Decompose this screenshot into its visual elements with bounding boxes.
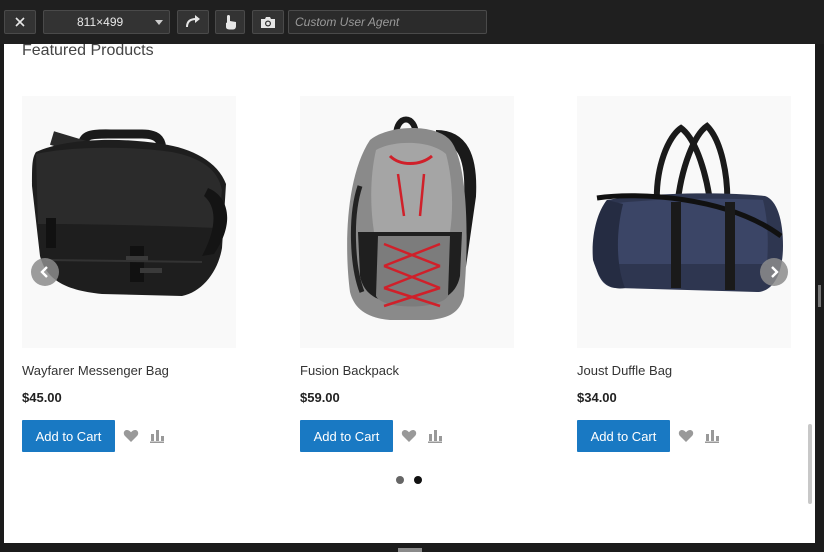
heart-icon[interactable] (123, 429, 139, 443)
close-button[interactable] (4, 10, 36, 34)
product-price: $59.00 (300, 390, 340, 405)
compare-icon[interactable] (428, 429, 442, 443)
touch-icon (226, 15, 236, 30)
product-name[interactable]: Joust Duffle Bag (577, 363, 672, 378)
user-agent-input[interactable] (288, 10, 487, 34)
carousel-dot-1[interactable] (396, 476, 404, 484)
add-to-cart-button[interactable]: Add to Cart (300, 420, 393, 452)
product-card-fusion: Fusion Backpack $59.00 Add to Cart (300, 96, 522, 452)
carousel-pagination (396, 476, 422, 484)
backpack-illustration (347, 116, 477, 320)
product-image-duffle-bag[interactable] (577, 96, 791, 348)
close-icon (15, 17, 25, 27)
responsive-viewport: Featured Products Wayfarer Messenger Bag… (4, 44, 815, 543)
section-title: Featured Products (22, 44, 154, 59)
rotate-button[interactable] (177, 10, 209, 34)
carousel-next-button[interactable] (760, 258, 788, 286)
product-image-backpack[interactable] (300, 96, 514, 348)
chevron-left-icon (40, 266, 48, 278)
device-size-select[interactable]: 811×499 (43, 10, 170, 34)
touch-simulation-button[interactable] (215, 10, 245, 34)
heart-icon[interactable] (678, 429, 694, 443)
heart-icon[interactable] (401, 429, 417, 443)
product-name[interactable]: Wayfarer Messenger Bag (22, 363, 169, 378)
add-to-cart-button[interactable]: Add to Cart (22, 420, 115, 452)
product-name[interactable]: Fusion Backpack (300, 363, 399, 378)
messenger-bag-illustration (32, 129, 228, 296)
camera-icon (261, 16, 275, 28)
product-price: $34.00 (577, 390, 617, 405)
compare-icon[interactable] (705, 429, 719, 443)
outer-scrollbar[interactable] (818, 285, 821, 307)
add-to-cart-button[interactable]: Add to Cart (577, 420, 670, 452)
product-card-joust: Joust Duffle Bag $34.00 Add to Cart (577, 96, 799, 452)
carousel-prev-button[interactable] (31, 258, 59, 286)
rotate-icon (186, 15, 200, 28)
carousel-dot-2[interactable] (414, 476, 422, 484)
compare-icon[interactable] (150, 429, 164, 443)
duffle-bag-illustration (592, 122, 783, 292)
chevron-right-icon (771, 266, 779, 278)
devtools-toolbar: 811×499 (0, 0, 824, 44)
device-size-value: 811×499 (77, 15, 124, 29)
product-price: $45.00 (22, 390, 62, 405)
viewport-resize-handle[interactable] (398, 548, 422, 552)
product-card-wayfarer: Wayfarer Messenger Bag $45.00 Add to Car… (22, 96, 244, 452)
screenshot-button[interactable] (252, 10, 284, 34)
scrollbar-thumb[interactable] (808, 424, 812, 504)
chevron-down-icon (155, 20, 163, 25)
product-image-messenger-bag[interactable] (22, 96, 236, 348)
